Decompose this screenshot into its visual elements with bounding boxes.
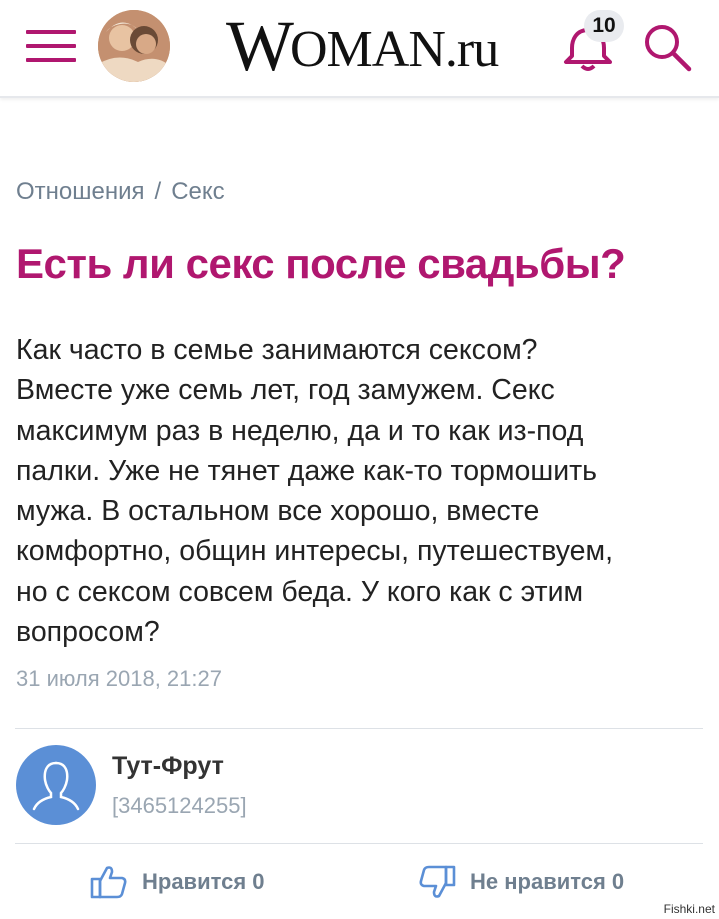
dislike-label: Не нравится 0 — [470, 869, 625, 894]
body-line: максимум раз в неделю, да и то как из-по… — [16, 414, 584, 447]
body-line: но с сексом совсем беда. У кого как с эт… — [16, 575, 584, 608]
site-logo[interactable]: W OMAN.ru — [226, 6, 499, 86]
menu-button[interactable] — [26, 28, 76, 64]
breadcrumb-separator: / — [154, 178, 162, 205]
like-label: Нравится 0 — [142, 869, 265, 894]
dislike-button[interactable]: Не нравится 0 — [418, 862, 624, 902]
author-id: [3465124255] — [112, 793, 247, 818]
publish-date: 31 июля 2018, 21:27 — [16, 666, 222, 691]
article-body: Как часто в семье занимаются сексом? Вме… — [16, 330, 706, 652]
body-line: комфортно, общин интересы, путешествуем, — [16, 535, 614, 568]
user-silhouette-icon — [32, 761, 80, 811]
notification-badge[interactable]: 10 — [584, 10, 624, 42]
body-line: мужа. В остальном все хорошо, вместе — [16, 495, 540, 528]
search-button[interactable] — [640, 22, 694, 74]
body-line: вопросом? — [16, 616, 160, 649]
body-line: Как часто в семье занимаются сексом? — [16, 334, 538, 366]
search-icon — [645, 25, 692, 72]
top-bar: W OMAN.ru 10 — [0, 0, 719, 98]
breadcrumb: Отношения / Секс — [16, 178, 225, 206]
article-title: Есть ли секс после свадьбы? — [16, 240, 626, 287]
breadcrumb-subsection-link[interactable]: Секс — [171, 178, 224, 205]
watermark: Fishki.net — [663, 902, 715, 916]
divider — [15, 843, 703, 844]
author-name[interactable]: Тут-Фрут — [112, 752, 224, 781]
body-line: палки. Уже не тянет даже как-то тормошит… — [16, 454, 598, 487]
thumbs-up-icon — [90, 866, 127, 899]
thumbs-down-icon — [419, 865, 456, 898]
logo-letter: W — [226, 6, 294, 86]
logo-text: OMAN.ru — [290, 21, 499, 78]
body-line: Вместе уже семь лет, год замужем. Секс — [16, 374, 555, 407]
breadcrumb-section-link[interactable]: Отношения — [16, 178, 145, 205]
divider — [15, 728, 703, 729]
profile-avatar[interactable] — [98, 10, 170, 82]
author-avatar[interactable] — [16, 745, 96, 825]
like-button[interactable]: Нравится 0 — [90, 862, 265, 902]
